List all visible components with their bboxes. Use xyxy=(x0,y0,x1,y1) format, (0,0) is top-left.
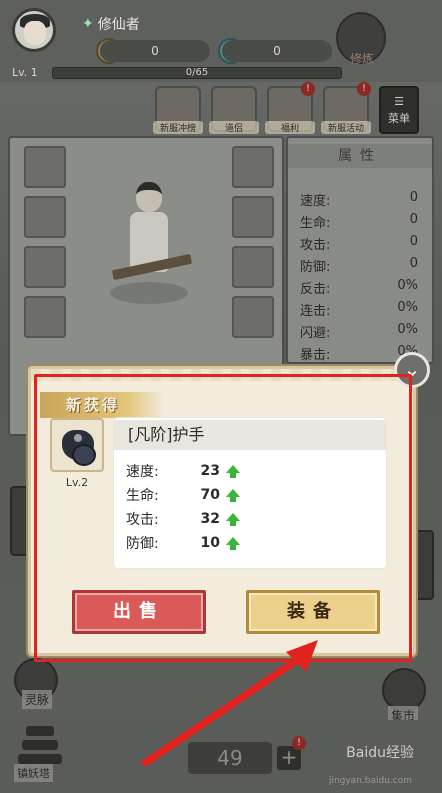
exp-text: 0/65 xyxy=(185,67,209,78)
attribute-row: 反击: 0% xyxy=(300,278,418,300)
feature-menu: 新服冲榜 道侣 ! 福利 ! 新服活动 ☰ 菜单 xyxy=(153,82,440,134)
attribute-value: 0 xyxy=(409,234,418,249)
menu-label: 新服冲榜 xyxy=(153,121,203,134)
attribute-value: 0 xyxy=(409,212,418,227)
equip-slot-boots[interactable] xyxy=(232,296,274,338)
attribute-value: 0% xyxy=(397,278,418,293)
arrow-up-icon xyxy=(226,465,240,478)
watermark-brand: Baidu经验 xyxy=(346,745,414,761)
spirit-stone-count: 0 xyxy=(100,40,210,62)
pagoda-roof xyxy=(26,726,54,736)
player-name-row: ✦ 修仙者 xyxy=(82,14,140,34)
equip-slot-ring[interactable] xyxy=(24,296,66,338)
main-menu-button[interactable]: ☰ 菜单 xyxy=(379,86,419,134)
pagoda-roof xyxy=(18,754,62,764)
pagoda-roof xyxy=(22,740,58,750)
hero-pedestal xyxy=(110,282,188,304)
stat-key: 防御: xyxy=(126,536,159,552)
attribute-key: 反击: xyxy=(300,282,331,297)
alert-badge: ! xyxy=(301,82,315,96)
equip-slot-helm[interactable] xyxy=(232,146,274,188)
stat-key: 速度: xyxy=(126,464,159,480)
watermark-url: jingyan.baidu.com xyxy=(328,776,412,786)
attribute-key: 暴击: xyxy=(300,348,331,363)
attribute-row: 生命: 0 xyxy=(300,212,418,234)
menu-label: 福利 xyxy=(265,121,315,134)
chevron-down-icon: ⌄ xyxy=(403,357,421,381)
hero-character xyxy=(110,182,193,312)
stat-value: 10 xyxy=(200,535,220,551)
sell-button[interactable]: 出售 xyxy=(72,590,206,634)
dialog-stripe xyxy=(31,369,413,381)
equip-slot-weapon[interactable] xyxy=(24,146,66,188)
cultivate-label: 修炼 xyxy=(349,52,374,66)
avatar-face xyxy=(24,21,46,45)
item-stat-row: 生命: 70 xyxy=(126,484,256,506)
attribute-value: 0% xyxy=(397,322,418,337)
attribute-key: 连击: xyxy=(300,304,331,319)
arrow-up-icon xyxy=(226,489,240,502)
menu-label: 道侣 xyxy=(209,121,259,134)
player-level: Lv. 1 xyxy=(12,66,38,79)
menu-ranking-button[interactable]: 新服冲榜 xyxy=(153,86,203,134)
attribute-row: 速度: 0 xyxy=(300,190,418,212)
menu-event-button[interactable]: ! 新服活动 xyxy=(321,82,371,134)
sparkle-icon: ✦ xyxy=(82,16,94,32)
close-dialog-button[interactable]: ⌄ xyxy=(394,352,430,388)
attribute-key: 速度: xyxy=(300,194,331,209)
item-icon[interactable] xyxy=(50,418,104,472)
menu-companion-button[interactable]: 道侣 xyxy=(209,86,259,134)
equip-slot-belt[interactable] xyxy=(232,246,274,288)
item-stat-row: 防御: 10 xyxy=(126,532,256,554)
menu-label: 新服活动 xyxy=(321,121,371,134)
attribute-row: 连击: 0% xyxy=(300,300,418,322)
item-level: Lv.2 xyxy=(65,476,89,489)
equip-slot-necklace[interactable] xyxy=(24,196,66,238)
arrow-up-icon xyxy=(226,537,240,550)
stat-value: 32 xyxy=(200,511,220,527)
attribute-key: 生命: xyxy=(300,216,331,231)
arrow-up-icon xyxy=(226,513,240,526)
demon-tower-label: 镇妖塔 xyxy=(14,764,53,782)
equip-button[interactable]: 装备 xyxy=(246,590,380,634)
player-avatar[interactable] xyxy=(12,8,56,52)
stat-key: 攻击: xyxy=(126,512,159,528)
item-name: [凡阶]护手 xyxy=(114,420,386,450)
attribute-panel: 属性 速度: 0 生命: 0 攻击: 0 防御: 0 反击: 0% 连击: 0% 闪避: 0%… xyxy=(286,136,434,364)
stat-value: 23 xyxy=(200,463,220,479)
attribute-row: 闪避: 0% xyxy=(300,322,418,344)
stat-value: 70 xyxy=(200,487,220,503)
alert-badge: ! xyxy=(357,82,371,96)
jade-count: 0 xyxy=(222,40,332,62)
item-stat-row: 速度: 23 xyxy=(126,460,256,482)
equip-slot-bracer[interactable] xyxy=(24,246,66,288)
hamburger-icon: ☰ xyxy=(394,94,404,108)
main-menu-label: 菜单 xyxy=(388,111,410,125)
menu-welfare-button[interactable]: ! 福利 xyxy=(265,82,315,134)
attribute-value: 0% xyxy=(397,300,418,315)
attribute-row: 攻击: 0 xyxy=(300,234,418,256)
gauntlet-icon-part xyxy=(72,444,96,466)
player-header: ✦ 修仙者 0 0 Lv. 1 0/65 修炼 xyxy=(0,0,442,82)
exp-bar: 0/65 xyxy=(52,67,342,79)
attribute-key: 防御: xyxy=(300,260,331,275)
attribute-value: 0 xyxy=(409,190,418,205)
player-name: 修仙者 xyxy=(97,17,140,33)
stat-key: 生命: xyxy=(126,488,159,504)
spirit-vein-label: 灵脉 xyxy=(22,690,53,709)
alert-badge: ! xyxy=(292,736,306,750)
attribute-key: 攻击: xyxy=(300,238,331,253)
new-item-banner: 新获得 xyxy=(40,392,164,418)
attribute-row: 防御: 0 xyxy=(300,256,418,278)
attribute-value: 0 xyxy=(409,256,418,271)
equip-slot-armor[interactable] xyxy=(232,196,274,238)
attribute-title: 属性 xyxy=(288,144,432,168)
hero-head xyxy=(136,182,162,212)
attribute-key: 闪避: xyxy=(300,326,331,341)
item-count: 49 xyxy=(188,742,272,774)
demon-tower-button[interactable]: 镇妖塔 xyxy=(12,718,68,786)
item-stat-row: 攻击: 32 xyxy=(126,508,256,530)
gauntlet-icon-highlight xyxy=(74,434,82,442)
